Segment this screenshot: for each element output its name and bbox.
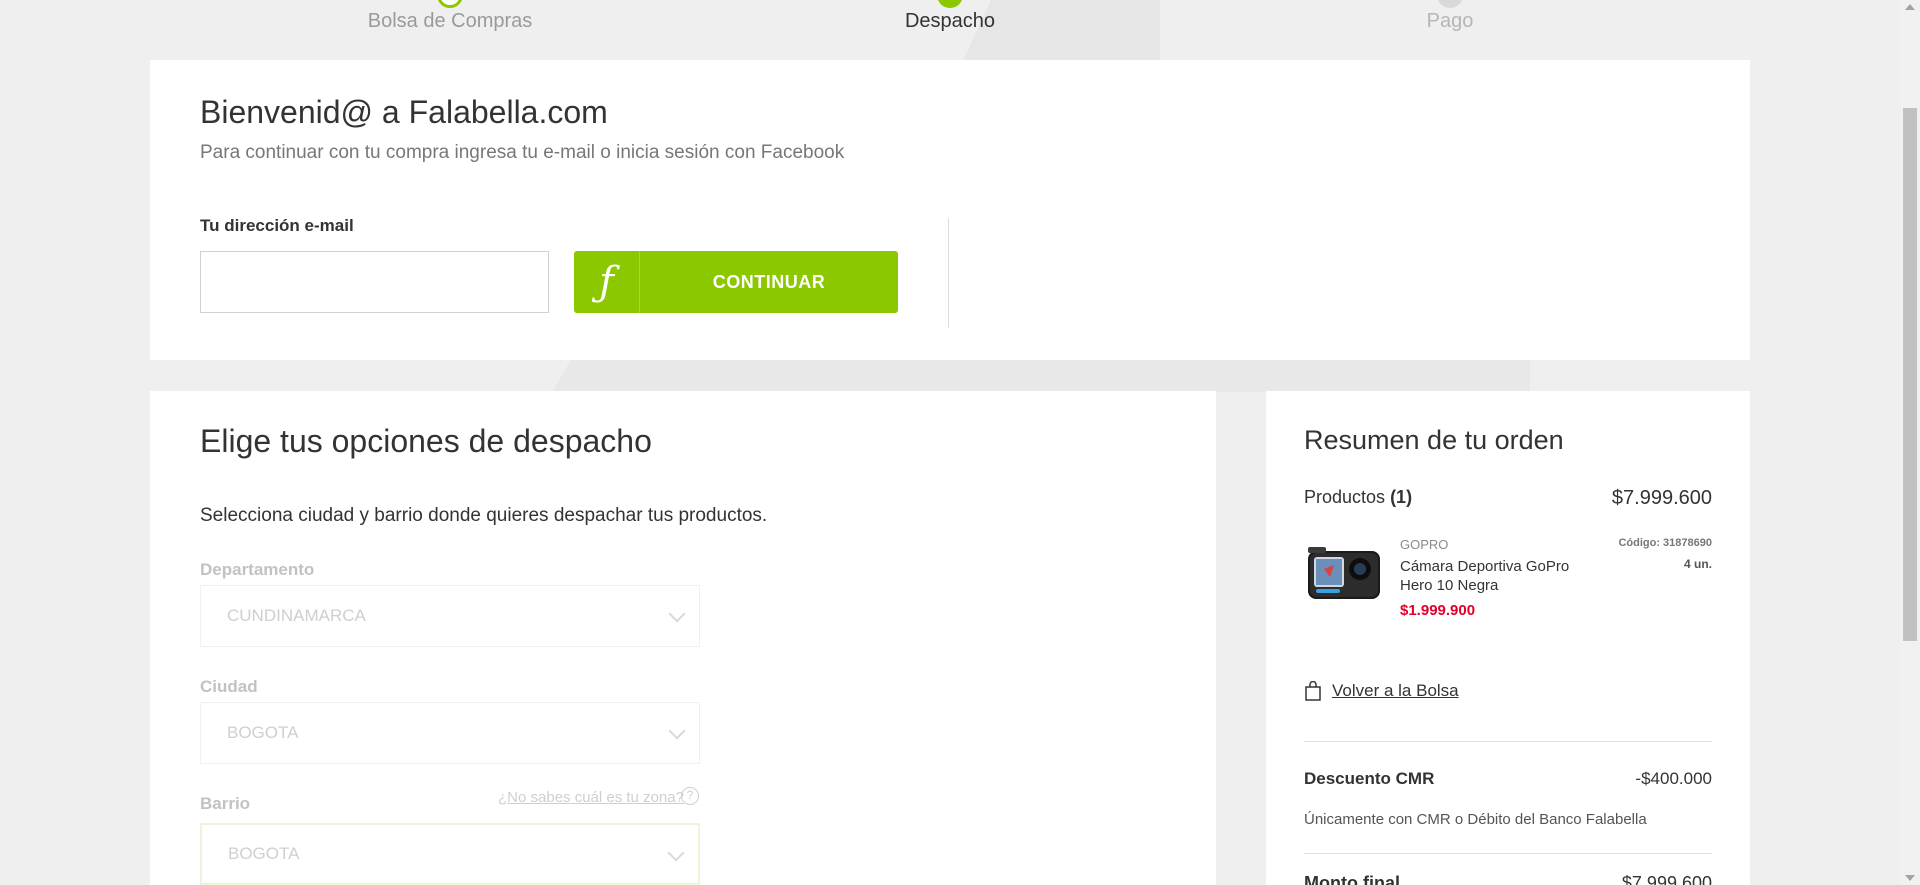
neighborhood-value: BOGOTA	[228, 844, 300, 863]
chevron-down-icon	[668, 605, 686, 623]
summary-title: Resumen de tu orden	[1304, 425, 1564, 455]
discount-row: Descuento CMR -$400.000	[1304, 769, 1712, 789]
item-quantity: 4 un.	[1683, 557, 1712, 571]
email-label: Tu dirección e-mail	[200, 216, 354, 235]
shopping-bag-icon	[1305, 681, 1321, 701]
products-row: Productos (1) $7.999.600	[1304, 487, 1712, 509]
welcome-card: Bienvenid@ a Falabella.com Para continua…	[150, 60, 1750, 360]
chevron-down-icon	[667, 844, 685, 862]
step-active-icon	[937, 0, 963, 8]
products-label: Productos	[1304, 487, 1386, 507]
item-code: Código: 31878690	[1618, 537, 1712, 549]
step-label: Despacho	[904, 10, 996, 32]
email-input[interactable]	[200, 251, 549, 313]
total-row: Monto final $7.999.600	[1304, 873, 1712, 885]
order-summary-card: Resumen de tu orden Productos (1) $7.999…	[1266, 391, 1750, 885]
discount-note: Únicamente con CMR o Débito del Banco Fa…	[1304, 811, 1647, 828]
back-to-bag-link[interactable]: Volver a la Bolsa	[1304, 681, 1459, 701]
divider	[1304, 853, 1712, 854]
step-label: Bolsa de Compras	[367, 10, 533, 32]
chevron-down-icon	[668, 722, 686, 740]
question-icon[interactable]: ?	[681, 787, 699, 805]
products-total: $7.999.600	[1611, 487, 1712, 509]
shipping-title: Elige tus opciones de despacho	[200, 423, 652, 459]
total-value: $7.999.600	[1621, 873, 1712, 885]
scroll-up-icon[interactable]	[1905, 4, 1915, 10]
background-decoration	[530, 360, 1530, 392]
falabella-logo-icon: ƒ	[574, 251, 640, 313]
discount-label: Descuento CMR	[1304, 769, 1435, 788]
checkout-stepper: Bolsa de Compras Despacho Pago	[0, 0, 1900, 60]
welcome-title: Bienvenid@ a Falabella.com	[200, 94, 608, 130]
department-label: Departamento	[200, 560, 315, 579]
step-label: Pago	[1426, 10, 1474, 32]
shipping-options-card: Elige tus opciones de despacho Seleccion…	[150, 391, 1216, 885]
item-name: Cámara Deportiva GoPro Hero 10 Negra	[1400, 558, 1570, 594]
city-value: BOGOTA	[227, 723, 299, 742]
continue-button-label: CONTINUAR	[712, 271, 826, 292]
products-count: (1)	[1390, 487, 1413, 507]
department-select[interactable]: CUNDINAMARCA	[200, 585, 700, 647]
step-check-icon	[437, 0, 463, 8]
total-label: Monto final	[1304, 873, 1400, 885]
neighborhood-label: Barrio	[200, 794, 251, 813]
divider	[1304, 741, 1712, 742]
item-brand: GOPRO	[1400, 537, 1449, 552]
shipping-instruction: Selecciona ciudad y barrio donde quieres…	[200, 505, 768, 526]
scroll-down-icon[interactable]	[1905, 875, 1915, 881]
step-pending-icon	[1437, 0, 1463, 8]
city-label: Ciudad	[200, 677, 258, 696]
scrollbar-thumb[interactable]	[1903, 108, 1917, 641]
back-to-bag-label: Volver a la Bolsa	[1332, 681, 1459, 700]
discount-value: -$400.000	[1635, 769, 1712, 788]
neighborhood-select[interactable]: BOGOTA	[200, 823, 700, 885]
zone-help-link[interactable]: ¿No sabes cuál es tu zona?	[498, 789, 684, 806]
welcome-subtitle: Para continuar con tu compra ingresa tu …	[200, 142, 845, 163]
city-select[interactable]: BOGOTA	[200, 702, 700, 764]
continue-button[interactable]: ƒ CONTINUAR	[574, 251, 898, 313]
department-value: CUNDINAMARCA	[227, 606, 366, 625]
page-scrollbar[interactable]	[1900, 0, 1920, 885]
item-price: $1.999.900	[1400, 602, 1476, 619]
vertical-divider	[948, 218, 949, 328]
product-image	[1308, 547, 1380, 599]
